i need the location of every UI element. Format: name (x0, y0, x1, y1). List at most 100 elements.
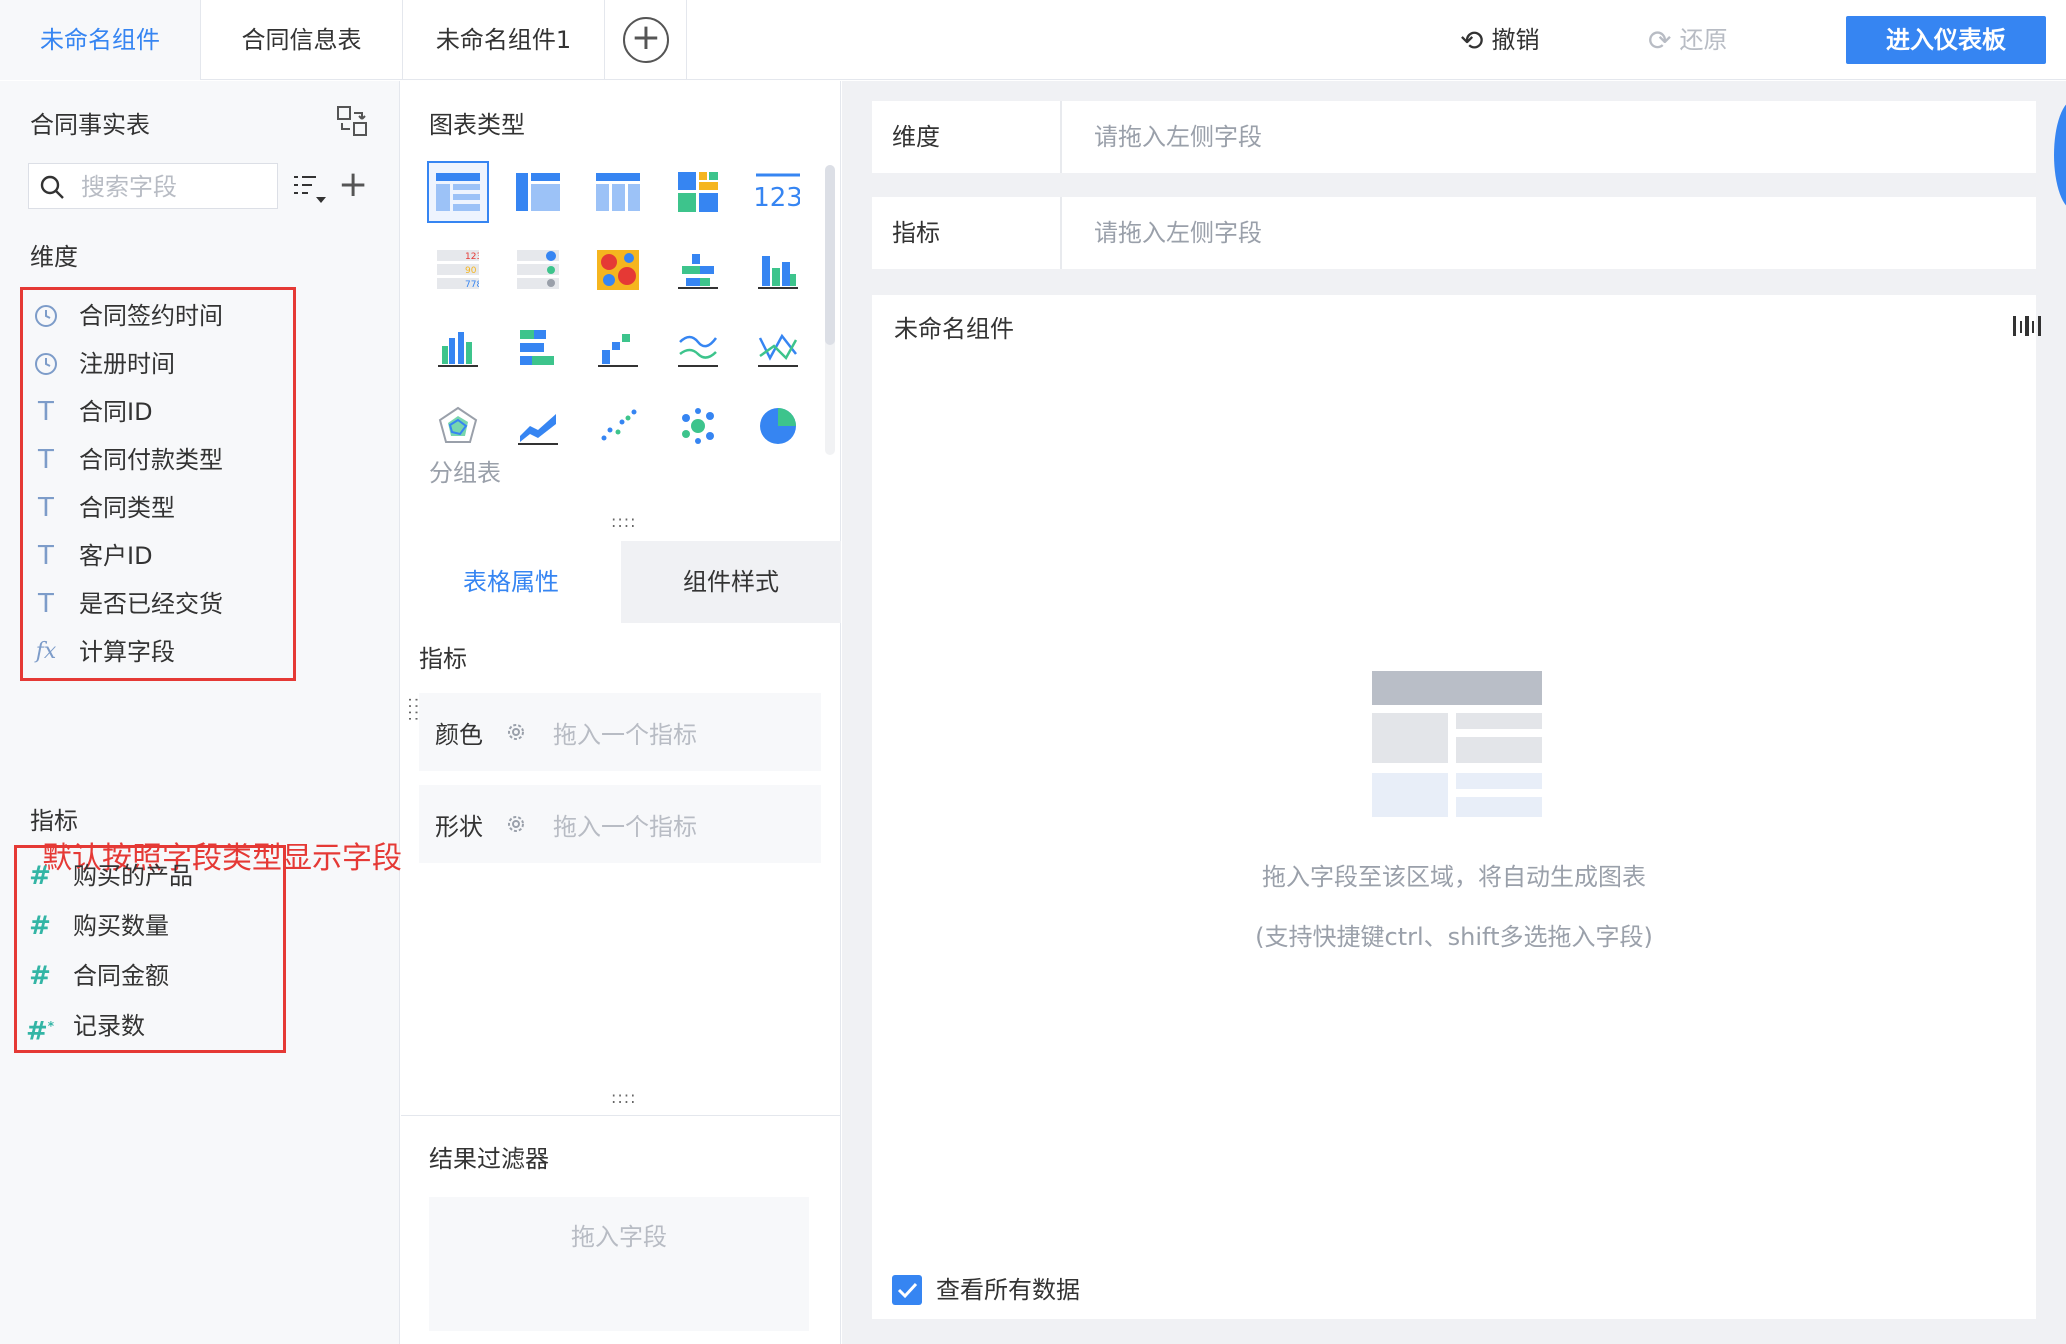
tab-unnamed-component-1[interactable]: 未命名组件1 (403, 0, 605, 80)
grouped-column-chart-icon[interactable] (427, 317, 489, 379)
kpi-card-chart-icon[interactable]: 123 90 778 (427, 239, 489, 301)
checkmark-icon (897, 1282, 918, 1299)
measure-list: # 购买的产品 # 购买数量 # 合同金额 #* 记录数 (14, 845, 286, 1053)
gear-icon[interactable] (505, 721, 527, 743)
dimension-shelf[interactable]: 维度 请拖入左侧字段 (872, 101, 2036, 173)
redo-icon: ⟳ (1648, 24, 1672, 57)
measure-shelf[interactable]: 指标 请拖入左侧字段 (872, 197, 2036, 269)
text-type-icon: T (38, 589, 54, 619)
stacked-bar-chart-icon[interactable] (667, 239, 729, 301)
tab-contract-info[interactable]: 合同信息表 (201, 0, 403, 80)
dimension-name: 客户ID (79, 542, 153, 570)
shape-property-row[interactable]: 形状 拖入一个指标 (419, 785, 821, 863)
sort-icon[interactable] (292, 173, 330, 207)
dimension-item[interactable]: T 合同付款类型 (23, 436, 293, 484)
component-title[interactable]: 未命名组件 (894, 309, 1014, 344)
column-chart-icon[interactable] (747, 239, 809, 301)
dimension-item[interactable]: 合同签约时间 (23, 292, 293, 340)
dimension-item[interactable]: T 客户ID (23, 532, 293, 580)
horizontal-bar-chart-icon[interactable] (507, 317, 569, 379)
drag-handle-icon[interactable]: :::: (405, 697, 424, 723)
dimension-item[interactable]: 注册时间 (23, 340, 293, 388)
group-table-chart-icon[interactable] (427, 161, 489, 223)
waterfall-chart-icon[interactable] (587, 317, 649, 379)
measure-section-label: 指标 (30, 807, 78, 835)
dimension-item[interactable]: T 合同ID (23, 388, 293, 436)
list-card-chart-icon[interactable] (507, 239, 569, 301)
detail-table-chart-icon[interactable] (587, 161, 649, 223)
dimension-name: 是否已经交货 (79, 590, 223, 618)
canvas-area: 维度 请拖入左侧字段 指标 请拖入左侧字段 未命名组件 拖入字段至该区域，将自动… (842, 81, 2066, 1344)
enter-dashboard-button[interactable]: 进入仪表板 (1846, 16, 2046, 64)
search-icon (40, 175, 64, 199)
pie-chart-icon[interactable] (747, 395, 809, 457)
tab-table-properties[interactable]: 表格属性 (401, 541, 621, 623)
chart-canvas[interactable]: 未命名组件 拖入字段至该区域，将自动生成图表 (支持快捷键ctrl、shift多… (872, 295, 2041, 1319)
measure-shelf-placeholder: 请拖入左侧字段 (1094, 219, 1262, 247)
treemap-chart-icon[interactable] (667, 161, 729, 223)
property-tabs: 表格属性 组件样式 (401, 541, 841, 623)
config-panel: 图表类型 123 123 90 778 (401, 81, 841, 1344)
polyline-chart-icon[interactable] (747, 317, 809, 379)
measure-name: 记录数 (73, 1012, 145, 1040)
add-field-icon[interactable]: + (338, 167, 368, 203)
text-type-icon: T (38, 493, 54, 523)
tab-unnamed-component[interactable]: 未命名组件 (0, 0, 201, 80)
empty-hint: 拖入字段至该区域，将自动生成图表 (1262, 863, 1646, 891)
text-type-icon: T (38, 445, 54, 475)
add-tab-button[interactable]: + (623, 17, 669, 63)
view-all-data-checkbox[interactable] (892, 1275, 922, 1305)
undo-label: 撤销 (1491, 26, 1540, 54)
dimension-item[interactable]: T 合同类型 (23, 484, 293, 532)
formula-icon: fx (35, 639, 57, 664)
dimension-name: 计算字段 (79, 638, 175, 666)
dimension-shelf-label: 维度 (872, 101, 1062, 173)
measure-property-title: 指标 (419, 645, 467, 673)
chart-type-scrollbar[interactable] (825, 165, 835, 345)
bubble-chart-icon[interactable] (667, 395, 729, 457)
undo-icon: ⟲ (1460, 24, 1484, 57)
measure-shelf-label: 指标 (872, 197, 1062, 269)
number-type-icon: # (29, 961, 51, 991)
search-box (28, 163, 278, 209)
redo-button[interactable]: ⟳ 还原 (1648, 20, 1727, 60)
resize-handle-icon[interactable]: :::: (611, 1090, 637, 1106)
cross-table-chart-icon[interactable] (507, 161, 569, 223)
measure-name: 购买数量 (73, 912, 169, 940)
undo-button[interactable]: ⟲ 撤销 (1460, 20, 1539, 60)
color-property-row[interactable]: 颜色 拖入一个指标 (419, 693, 821, 771)
switch-dataset-icon[interactable] (336, 105, 368, 137)
svg-text:90: 90 (465, 266, 477, 276)
radar-chart-icon[interactable] (427, 395, 489, 457)
plus-icon: + (630, 17, 662, 58)
measure-item[interactable]: # 购买的产品 (17, 852, 283, 900)
filter-drop-zone[interactable]: 拖入字段 (429, 1197, 809, 1331)
barcode-icon[interactable] (2012, 313, 2042, 339)
tab-component-style[interactable]: 组件样式 (621, 541, 841, 623)
redo-label: 还原 (1679, 26, 1728, 54)
kpi-number-chart-icon[interactable]: 123 (747, 161, 809, 223)
chart-type-title: 图表类型 (429, 111, 525, 139)
search-input[interactable] (81, 170, 267, 204)
dimension-list: 合同签约时间 注册时间 T 合同ID T 合同付款类型 T 合同类型 T 客户I… (20, 287, 296, 681)
measure-item[interactable]: # 合同金额 (17, 952, 283, 1000)
resize-handle-icon[interactable]: :::: (611, 514, 637, 530)
dimension-item[interactable]: fx 计算字段 (23, 628, 293, 676)
svg-text:123: 123 (465, 252, 479, 262)
dimension-item[interactable]: T 是否已经交货 (23, 580, 293, 628)
color-label: 颜色 (435, 721, 483, 749)
heatmap-chart-icon[interactable] (587, 239, 649, 301)
tab-divider (686, 0, 687, 80)
gear-icon[interactable] (505, 813, 527, 835)
scatter-chart-icon[interactable] (587, 395, 649, 457)
line-chart-icon[interactable] (667, 317, 729, 379)
measure-item[interactable]: #* 记录数 (17, 1002, 283, 1050)
dimension-shelf-placeholder: 请拖入左侧字段 (1094, 123, 1262, 151)
dimension-name: 合同ID (79, 398, 153, 426)
measure-item[interactable]: # 购买数量 (17, 902, 283, 950)
shape-drop-placeholder: 拖入一个指标 (553, 813, 697, 841)
count-type-icon: #* (25, 1016, 55, 1047)
area-chart-icon[interactable] (507, 395, 569, 457)
dimension-name: 注册时间 (79, 350, 175, 378)
dimension-name: 合同付款类型 (79, 446, 223, 474)
